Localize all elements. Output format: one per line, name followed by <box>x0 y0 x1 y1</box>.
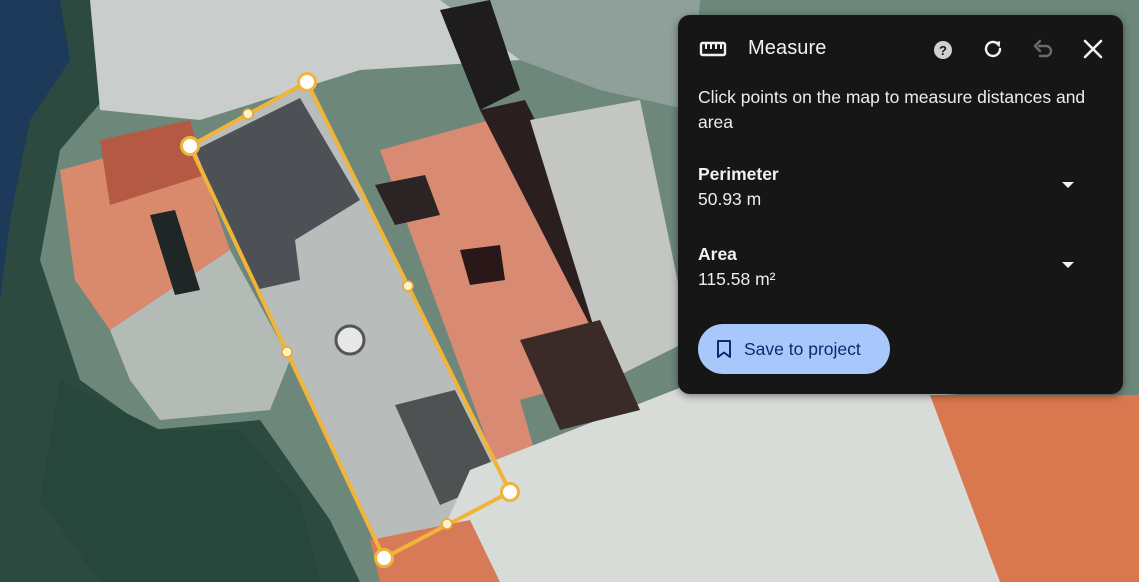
vertex-handle[interactable] <box>374 548 394 568</box>
vertex-handle[interactable] <box>180 136 200 156</box>
perimeter-value: 50.93 m <box>698 189 762 209</box>
svg-text:?: ? <box>939 43 947 58</box>
chevron-down-icon[interactable] <box>1059 176 1077 194</box>
refresh-icon[interactable] <box>978 35 1008 63</box>
midpoint-handle[interactable] <box>281 346 293 358</box>
close-icon[interactable] <box>1078 35 1108 63</box>
help-icon[interactable]: ? <box>928 36 958 64</box>
instruction-text: Click points on the map to measure dista… <box>698 87 1086 132</box>
perimeter-label: Perimeter <box>698 164 779 184</box>
chevron-down-icon[interactable] <box>1059 256 1077 274</box>
bookmark-icon <box>717 340 731 358</box>
measure-panel: Measure ? Click points on the map to mea… <box>678 15 1123 394</box>
vertex-handle[interactable] <box>500 482 520 502</box>
midpoint-handle[interactable] <box>242 108 254 120</box>
water-tank <box>334 324 366 356</box>
panel-title: Measure <box>748 37 827 59</box>
save-button-label: Save to project <box>744 338 861 359</box>
undo-icon[interactable] <box>1028 35 1058 63</box>
midpoint-handle[interactable] <box>441 518 453 530</box>
save-to-project-button[interactable]: Save to project <box>698 324 890 374</box>
midpoint-handle[interactable] <box>402 280 414 292</box>
ruler-icon <box>698 35 728 63</box>
vertex-handle[interactable] <box>297 72 317 92</box>
area-value: 115.58 m² <box>698 269 776 289</box>
area-label: Area <box>698 244 737 264</box>
